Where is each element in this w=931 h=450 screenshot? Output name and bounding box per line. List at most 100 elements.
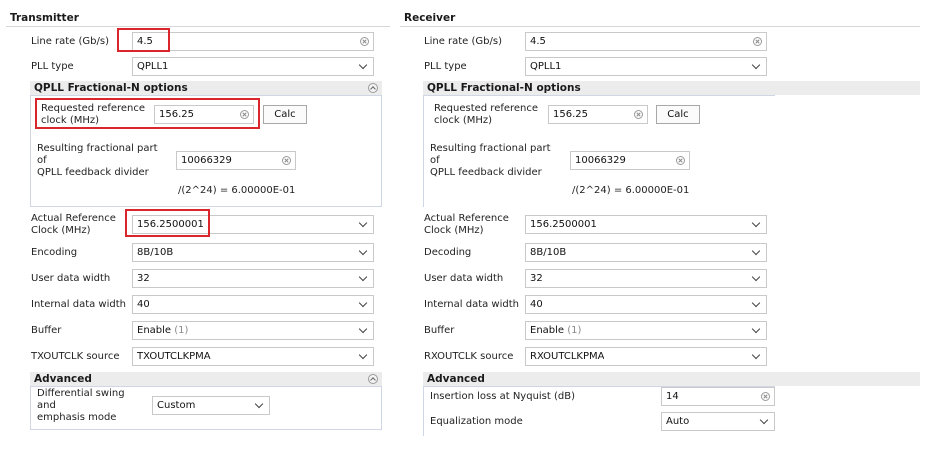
rx-actual-clock-label-2: Clock (MHz) xyxy=(424,225,484,236)
tx-pll-type-label: PLL type xyxy=(31,61,74,72)
tx-internal-width-value: 40 xyxy=(137,299,150,310)
rx-insertion-loss-value: 14 xyxy=(666,391,679,402)
transmitter-title: Transmitter xyxy=(6,10,390,27)
rx-calc-button[interactable]: Calc xyxy=(656,105,700,124)
chevron-down-icon xyxy=(751,298,761,307)
rx-user-width-label: User data width xyxy=(424,273,504,284)
rx-frac-group-header[interactable]: QPLL Fractional-N options xyxy=(423,81,920,95)
rx-frac-label-1: Resulting fractional part xyxy=(430,143,551,154)
receiver-title: Receiver xyxy=(400,10,920,27)
chevron-down-icon xyxy=(358,324,368,333)
collapse-icon[interactable] xyxy=(368,83,378,93)
tx-line-rate-label: Line rate (Gb/s) xyxy=(31,36,109,47)
rx-buffer-hint: (1) xyxy=(567,325,582,336)
chevron-down-icon xyxy=(751,218,761,227)
clear-icon[interactable] xyxy=(360,37,369,46)
rx-internal-width-select[interactable]: 40 xyxy=(525,295,767,314)
rx-frac-input[interactable]: 10066329 xyxy=(570,151,690,170)
rx-user-width-select[interactable]: 32 xyxy=(525,269,767,288)
tx-frac-input[interactable]: 10066329 xyxy=(176,151,296,170)
tx-pll-type-select[interactable]: QPLL1 xyxy=(132,57,374,76)
rx-buffer-select[interactable]: Enable (1) xyxy=(525,321,767,340)
chevron-down-icon xyxy=(751,60,761,69)
rx-frac-formula: /(2^24) = 6.00000E-01 xyxy=(572,185,690,196)
tx-swing-value: Custom xyxy=(157,400,196,411)
tx-internal-width-label: Internal data width xyxy=(31,299,126,310)
rx-req-clock-value: 156.25 xyxy=(553,109,588,120)
chevron-down-icon xyxy=(751,350,761,359)
tx-outclk-value: TXOUTCLKPMA xyxy=(137,351,211,362)
clear-icon[interactable] xyxy=(282,156,291,165)
rx-buffer-value: Enable xyxy=(530,325,565,336)
chevron-down-icon xyxy=(254,399,264,408)
rx-equalization-select[interactable]: Auto xyxy=(661,412,775,431)
rx-internal-width-value: 40 xyxy=(530,299,543,310)
rx-equalization-value: Auto xyxy=(666,416,690,427)
rx-pll-type-label: PLL type xyxy=(424,61,467,72)
tx-encoding-value: 8B/10B xyxy=(137,247,174,258)
tx-frac-group-header[interactable]: QPLL Fractional-N options xyxy=(30,81,382,95)
rx-insertion-loss-input[interactable]: 14 xyxy=(661,387,775,406)
clear-icon[interactable] xyxy=(761,392,770,401)
collapse-icon[interactable] xyxy=(368,374,378,384)
tx-swing-label-1: Differential swing xyxy=(37,388,125,399)
tx-frac-label-3: QPLL feedback divider xyxy=(37,167,149,178)
tx-frac-title: QPLL Fractional-N options xyxy=(34,82,188,94)
chevron-down-icon xyxy=(358,350,368,359)
chevron-down-icon xyxy=(751,246,761,255)
tx-actual-clock-label-2: Clock (MHz) xyxy=(31,225,91,236)
chevron-down-icon xyxy=(358,246,368,255)
rx-line-rate-value: 4.5 xyxy=(530,36,546,47)
rx-req-clock-label-1: Requested reference xyxy=(434,103,539,114)
tx-encoding-select[interactable]: 8B/10B xyxy=(132,243,374,262)
tx-user-width-select[interactable]: 32 xyxy=(132,269,374,288)
chevron-down-icon xyxy=(358,218,368,227)
rx-advanced-header[interactable]: Advanced xyxy=(423,372,920,386)
rx-buffer-label: Buffer xyxy=(424,325,455,336)
rx-pll-type-select[interactable]: QPLL1 xyxy=(525,57,767,76)
rx-actual-clock-select[interactable]: 156.2500001 xyxy=(525,215,767,234)
tx-swing-label-3: emphasis mode xyxy=(37,412,117,423)
rx-decoding-value: 8B/10B xyxy=(530,247,567,258)
tx-frac-label-2: of xyxy=(37,155,47,166)
rx-buffer-value-wrap: Enable (1) xyxy=(530,322,581,339)
tx-advanced-title: Advanced xyxy=(34,373,92,385)
tx-outclk-select[interactable]: TXOUTCLKPMA xyxy=(132,347,374,366)
clear-icon[interactable] xyxy=(634,110,643,119)
rx-frac-label-2: of xyxy=(430,155,440,166)
clear-icon[interactable] xyxy=(676,156,685,165)
tx-advanced-header[interactable]: Advanced xyxy=(30,372,382,386)
tx-encoding-label: Encoding xyxy=(31,247,78,258)
tx-internal-width-select[interactable]: 40 xyxy=(132,295,374,314)
chevron-down-icon xyxy=(358,298,368,307)
rx-equalization-label: Equalization mode xyxy=(430,416,523,427)
rx-advanced-title: Advanced xyxy=(427,373,485,385)
rx-req-clock-input[interactable]: 156.25 xyxy=(548,105,648,124)
tx-swing-select[interactable]: Custom xyxy=(152,396,270,415)
chevron-down-icon xyxy=(358,272,368,281)
rx-actual-clock-label-1: Actual Reference xyxy=(424,213,509,224)
rx-actual-clock-value: 156.2500001 xyxy=(530,219,597,230)
tx-calc-button[interactable]: Calc xyxy=(263,105,307,124)
rx-internal-width-label: Internal data width xyxy=(424,299,519,310)
rx-decoding-select[interactable]: 8B/10B xyxy=(525,243,767,262)
tx-user-width-label: User data width xyxy=(31,273,111,284)
rx-outclk-label: RXOUTCLK source xyxy=(424,351,514,362)
rx-frac-value: 10066329 xyxy=(575,155,626,166)
rx-line-rate-input[interactable]: 4.5 xyxy=(525,32,767,51)
tx-actual-clock-label-1: Actual Reference xyxy=(31,213,116,224)
rx-insertion-loss-label: Insertion loss at Nyquist (dB) xyxy=(430,391,575,402)
tx-buffer-value-wrap: Enable (1) xyxy=(137,322,188,339)
clear-icon[interactable] xyxy=(753,37,762,46)
tx-buffer-select[interactable]: Enable (1) xyxy=(132,321,374,340)
rx-line-rate-label: Line rate (Gb/s) xyxy=(424,36,502,47)
tx-user-width-value: 32 xyxy=(137,273,150,284)
chevron-down-icon xyxy=(751,272,761,281)
rx-outclk-select[interactable]: RXOUTCLKPMA xyxy=(525,347,767,366)
tx-req-clock-highlight xyxy=(35,98,260,129)
tx-frac-label-1: Resulting fractional part xyxy=(37,143,158,154)
tx-buffer-value: Enable xyxy=(137,325,172,336)
tx-pll-type-value: QPLL1 xyxy=(137,61,169,72)
tx-swing-label-2: and xyxy=(37,400,56,411)
rx-user-width-value: 32 xyxy=(530,273,543,284)
